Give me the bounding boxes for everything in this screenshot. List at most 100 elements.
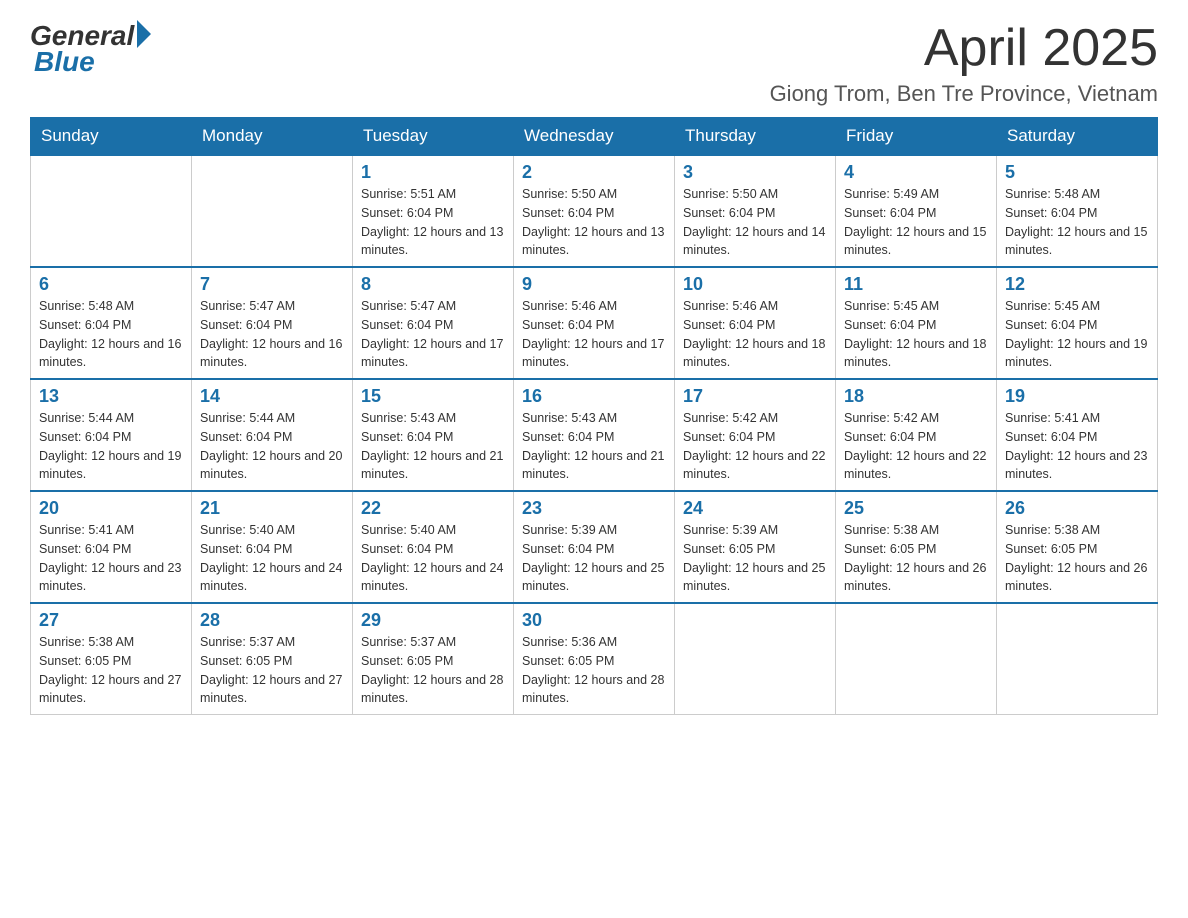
- calendar-cell: 1Sunrise: 5:51 AMSunset: 6:04 PMDaylight…: [353, 155, 514, 267]
- day-number: 29: [361, 610, 505, 631]
- day-number: 20: [39, 498, 183, 519]
- day-info: Sunrise: 5:37 AMSunset: 6:05 PMDaylight:…: [200, 633, 344, 708]
- day-info: Sunrise: 5:39 AMSunset: 6:04 PMDaylight:…: [522, 521, 666, 596]
- day-info: Sunrise: 5:45 AMSunset: 6:04 PMDaylight:…: [1005, 297, 1149, 372]
- day-info: Sunrise: 5:47 AMSunset: 6:04 PMDaylight:…: [200, 297, 344, 372]
- weekday-header-sunday: Sunday: [31, 118, 192, 156]
- day-number: 17: [683, 386, 827, 407]
- calendar-cell: 29Sunrise: 5:37 AMSunset: 6:05 PMDayligh…: [353, 603, 514, 715]
- weekday-header-wednesday: Wednesday: [514, 118, 675, 156]
- calendar-cell: 14Sunrise: 5:44 AMSunset: 6:04 PMDayligh…: [192, 379, 353, 491]
- calendar-cell: 23Sunrise: 5:39 AMSunset: 6:04 PMDayligh…: [514, 491, 675, 603]
- calendar-cell: 28Sunrise: 5:37 AMSunset: 6:05 PMDayligh…: [192, 603, 353, 715]
- day-number: 23: [522, 498, 666, 519]
- day-number: 24: [683, 498, 827, 519]
- day-number: 10: [683, 274, 827, 295]
- calendar-cell: 7Sunrise: 5:47 AMSunset: 6:04 PMDaylight…: [192, 267, 353, 379]
- week-row-2: 6Sunrise: 5:48 AMSunset: 6:04 PMDaylight…: [31, 267, 1158, 379]
- day-number: 8: [361, 274, 505, 295]
- calendar-cell: 9Sunrise: 5:46 AMSunset: 6:04 PMDaylight…: [514, 267, 675, 379]
- day-info: Sunrise: 5:41 AMSunset: 6:04 PMDaylight:…: [1005, 409, 1149, 484]
- day-info: Sunrise: 5:47 AMSunset: 6:04 PMDaylight:…: [361, 297, 505, 372]
- calendar-cell: 5Sunrise: 5:48 AMSunset: 6:04 PMDaylight…: [997, 155, 1158, 267]
- day-info: Sunrise: 5:38 AMSunset: 6:05 PMDaylight:…: [39, 633, 183, 708]
- day-info: Sunrise: 5:49 AMSunset: 6:04 PMDaylight:…: [844, 185, 988, 260]
- day-number: 30: [522, 610, 666, 631]
- day-number: 14: [200, 386, 344, 407]
- day-number: 11: [844, 274, 988, 295]
- calendar-cell: 3Sunrise: 5:50 AMSunset: 6:04 PMDaylight…: [675, 155, 836, 267]
- day-number: 12: [1005, 274, 1149, 295]
- day-number: 6: [39, 274, 183, 295]
- day-number: 25: [844, 498, 988, 519]
- calendar-cell: 10Sunrise: 5:46 AMSunset: 6:04 PMDayligh…: [675, 267, 836, 379]
- day-info: Sunrise: 5:46 AMSunset: 6:04 PMDaylight:…: [683, 297, 827, 372]
- calendar-cell: [836, 603, 997, 715]
- day-info: Sunrise: 5:51 AMSunset: 6:04 PMDaylight:…: [361, 185, 505, 260]
- calendar-cell: 4Sunrise: 5:49 AMSunset: 6:04 PMDaylight…: [836, 155, 997, 267]
- calendar-cell: 26Sunrise: 5:38 AMSunset: 6:05 PMDayligh…: [997, 491, 1158, 603]
- calendar-cell: 22Sunrise: 5:40 AMSunset: 6:04 PMDayligh…: [353, 491, 514, 603]
- calendar-cell: 8Sunrise: 5:47 AMSunset: 6:04 PMDaylight…: [353, 267, 514, 379]
- day-number: 15: [361, 386, 505, 407]
- calendar-cell: 30Sunrise: 5:36 AMSunset: 6:05 PMDayligh…: [514, 603, 675, 715]
- calendar-cell: 19Sunrise: 5:41 AMSunset: 6:04 PMDayligh…: [997, 379, 1158, 491]
- calendar-cell: 12Sunrise: 5:45 AMSunset: 6:04 PMDayligh…: [997, 267, 1158, 379]
- weekday-header-friday: Friday: [836, 118, 997, 156]
- day-info: Sunrise: 5:39 AMSunset: 6:05 PMDaylight:…: [683, 521, 827, 596]
- logo: General Blue: [30, 20, 151, 78]
- day-number: 18: [844, 386, 988, 407]
- day-info: Sunrise: 5:45 AMSunset: 6:04 PMDaylight:…: [844, 297, 988, 372]
- day-number: 7: [200, 274, 344, 295]
- calendar-table: SundayMondayTuesdayWednesdayThursdayFrid…: [30, 117, 1158, 715]
- day-number: 2: [522, 162, 666, 183]
- weekday-header-thursday: Thursday: [675, 118, 836, 156]
- calendar-cell: 24Sunrise: 5:39 AMSunset: 6:05 PMDayligh…: [675, 491, 836, 603]
- title-section: April 2025 Giong Trom, Ben Tre Province,…: [770, 20, 1158, 107]
- day-info: Sunrise: 5:37 AMSunset: 6:05 PMDaylight:…: [361, 633, 505, 708]
- day-number: 26: [1005, 498, 1149, 519]
- calendar-cell: 13Sunrise: 5:44 AMSunset: 6:04 PMDayligh…: [31, 379, 192, 491]
- day-info: Sunrise: 5:43 AMSunset: 6:04 PMDaylight:…: [361, 409, 505, 484]
- calendar-cell: [31, 155, 192, 267]
- day-info: Sunrise: 5:42 AMSunset: 6:04 PMDaylight:…: [683, 409, 827, 484]
- calendar-cell: [997, 603, 1158, 715]
- week-row-4: 20Sunrise: 5:41 AMSunset: 6:04 PMDayligh…: [31, 491, 1158, 603]
- day-number: 3: [683, 162, 827, 183]
- day-info: Sunrise: 5:43 AMSunset: 6:04 PMDaylight:…: [522, 409, 666, 484]
- calendar-cell: [675, 603, 836, 715]
- day-number: 28: [200, 610, 344, 631]
- day-info: Sunrise: 5:48 AMSunset: 6:04 PMDaylight:…: [39, 297, 183, 372]
- month-title: April 2025: [770, 20, 1158, 77]
- calendar-cell: 2Sunrise: 5:50 AMSunset: 6:04 PMDaylight…: [514, 155, 675, 267]
- logo-arrow-icon: [137, 20, 151, 48]
- week-row-1: 1Sunrise: 5:51 AMSunset: 6:04 PMDaylight…: [31, 155, 1158, 267]
- calendar-cell: 20Sunrise: 5:41 AMSunset: 6:04 PMDayligh…: [31, 491, 192, 603]
- day-info: Sunrise: 5:46 AMSunset: 6:04 PMDaylight:…: [522, 297, 666, 372]
- day-number: 5: [1005, 162, 1149, 183]
- day-number: 13: [39, 386, 183, 407]
- day-number: 21: [200, 498, 344, 519]
- calendar-header-row: SundayMondayTuesdayWednesdayThursdayFrid…: [31, 118, 1158, 156]
- week-row-5: 27Sunrise: 5:38 AMSunset: 6:05 PMDayligh…: [31, 603, 1158, 715]
- page-header: General Blue April 2025 Giong Trom, Ben …: [30, 20, 1158, 107]
- calendar-cell: 15Sunrise: 5:43 AMSunset: 6:04 PMDayligh…: [353, 379, 514, 491]
- calendar-cell: 11Sunrise: 5:45 AMSunset: 6:04 PMDayligh…: [836, 267, 997, 379]
- location-title: Giong Trom, Ben Tre Province, Vietnam: [770, 81, 1158, 107]
- weekday-header-saturday: Saturday: [997, 118, 1158, 156]
- weekday-header-tuesday: Tuesday: [353, 118, 514, 156]
- day-info: Sunrise: 5:44 AMSunset: 6:04 PMDaylight:…: [200, 409, 344, 484]
- week-row-3: 13Sunrise: 5:44 AMSunset: 6:04 PMDayligh…: [31, 379, 1158, 491]
- day-number: 9: [522, 274, 666, 295]
- day-info: Sunrise: 5:40 AMSunset: 6:04 PMDaylight:…: [361, 521, 505, 596]
- day-number: 19: [1005, 386, 1149, 407]
- day-info: Sunrise: 5:42 AMSunset: 6:04 PMDaylight:…: [844, 409, 988, 484]
- logo-blue-text: Blue: [30, 46, 95, 78]
- day-number: 22: [361, 498, 505, 519]
- day-info: Sunrise: 5:36 AMSunset: 6:05 PMDaylight:…: [522, 633, 666, 708]
- calendar-cell: 16Sunrise: 5:43 AMSunset: 6:04 PMDayligh…: [514, 379, 675, 491]
- weekday-header-monday: Monday: [192, 118, 353, 156]
- calendar-cell: 21Sunrise: 5:40 AMSunset: 6:04 PMDayligh…: [192, 491, 353, 603]
- day-info: Sunrise: 5:44 AMSunset: 6:04 PMDaylight:…: [39, 409, 183, 484]
- day-number: 16: [522, 386, 666, 407]
